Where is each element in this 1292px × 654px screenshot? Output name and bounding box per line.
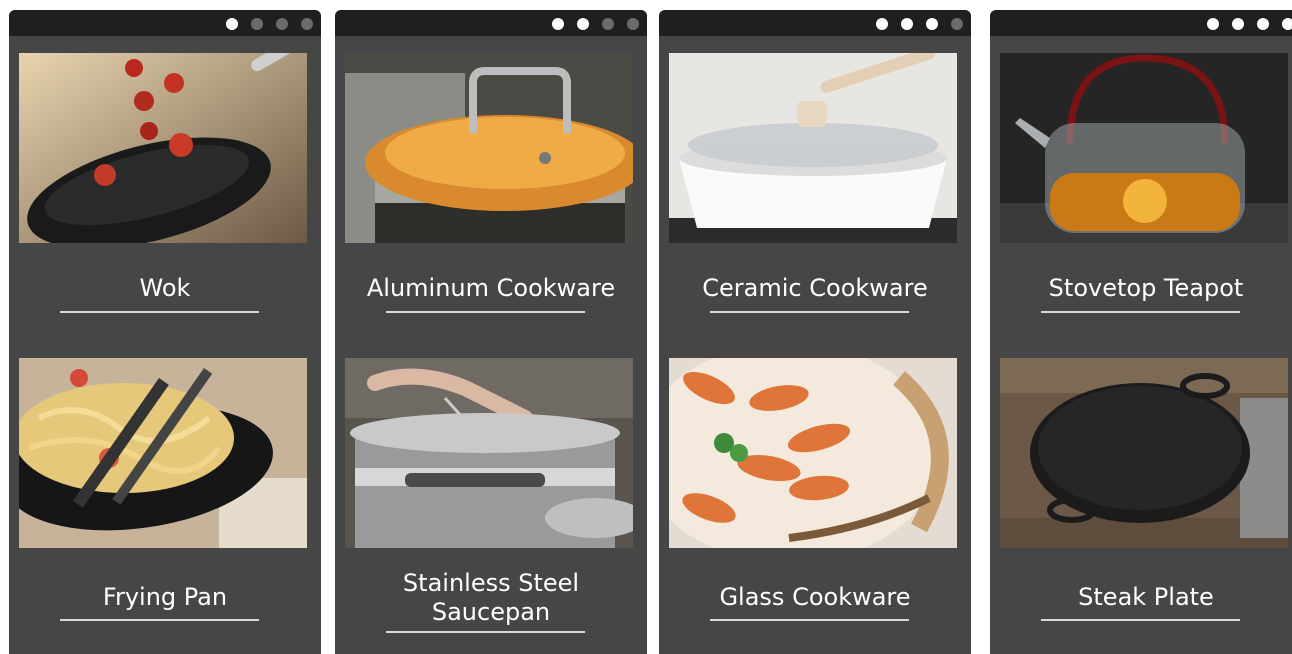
page-dot-1[interactable] [552,18,564,30]
category-label-wok[interactable]: Wok [9,274,321,303]
page-indicator [1207,18,1292,30]
label-underline [710,311,909,313]
page-dot-1[interactable] [876,18,888,30]
page-dot-2[interactable] [577,18,589,30]
category-label-ceramic-cookware[interactable]: Ceramic Cookware [659,274,971,303]
steak-plate-photo[interactable] [1000,358,1288,548]
label-underline [60,619,259,621]
category-label-glass-cookware[interactable]: Glass Cookware [659,583,971,612]
label-underline [386,631,585,633]
page-dot-4[interactable] [627,18,639,30]
page-dot-3[interactable] [926,18,938,30]
label-underline [1041,311,1240,313]
label-underline [710,619,909,621]
page-dot-2[interactable] [251,18,263,30]
page-indicator [226,18,313,30]
page-dot-4[interactable] [1282,18,1292,30]
page-dot-1[interactable] [226,18,238,30]
category-panel-4: Stovetop Teapot Steak Plate [990,10,1292,654]
page-dot-3[interactable] [602,18,614,30]
aluminum-cookware-photo[interactable] [345,53,633,243]
label-underline [1041,619,1240,621]
category-panel-3: Ceramic Cookware Glass Cookware [659,10,971,654]
page-dot-3[interactable] [276,18,288,30]
panel-title-bar [335,10,647,36]
page-dot-2[interactable] [1232,18,1244,30]
wok-photo[interactable] [19,53,307,243]
page-indicator [552,18,639,30]
category-panel-2: Aluminum Cookware Stainless Steel Saucep… [335,10,647,654]
page-dot-1[interactable] [1207,18,1219,30]
category-label-steak-plate[interactable]: Steak Plate [990,583,1292,612]
page-dot-4[interactable] [951,18,963,30]
stovetop-teapot-photo[interactable] [1000,53,1288,243]
category-label-frying-pan[interactable]: Frying Pan [9,583,321,612]
page-dot-4[interactable] [301,18,313,30]
label-underline [386,311,585,313]
frying-pan-photo[interactable] [19,358,307,548]
category-panel-1: Wok Frying Pan [9,10,321,654]
panel-title-bar [990,10,1292,36]
panel-title-bar [659,10,971,36]
page-indicator [876,18,963,30]
label-underline [60,311,259,313]
page-dot-3[interactable] [1257,18,1269,30]
category-label-stovetop-teapot[interactable]: Stovetop Teapot [990,274,1292,303]
category-label-aluminum-cookware[interactable]: Aluminum Cookware [335,274,647,303]
category-label-stainless-steel-saucepan[interactable]: Stainless Steel Saucepan [335,569,647,627]
stainless-steel-saucepan-photo[interactable] [345,358,633,548]
ceramic-cookware-photo[interactable] [669,53,957,243]
glass-cookware-photo[interactable] [669,358,957,548]
panel-title-bar [9,10,321,36]
page-dot-2[interactable] [901,18,913,30]
